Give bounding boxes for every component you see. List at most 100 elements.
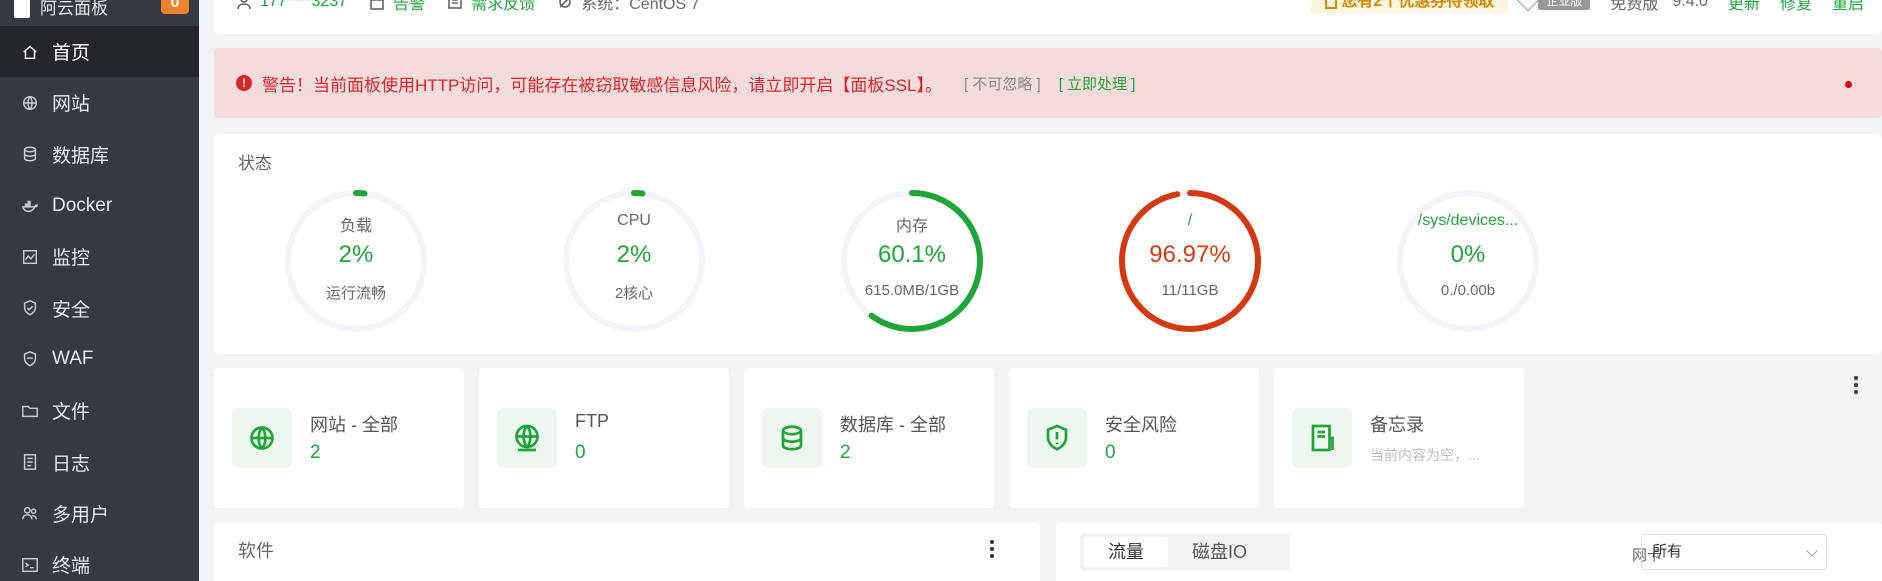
sidebar-item-9[interactable]: 多用户 <box>0 488 199 539</box>
edition-label: 免费版 <box>1610 0 1659 13</box>
gauge-0[interactable]: 负载 2% 运行流畅 <box>281 186 431 336</box>
overview-icon-wrap <box>232 408 292 468</box>
feedback-link[interactable]: 需求反馈 <box>447 0 536 13</box>
overview-label: 备忘录 <box>1370 415 1424 435</box>
notice-link[interactable]: 告警 <box>369 0 426 13</box>
shield-alert-icon <box>1046 424 1068 451</box>
database-icon-wrap <box>20 144 40 164</box>
docker-icon <box>21 200 38 212</box>
database-icon <box>781 425 803 451</box>
sidebar-item-0[interactable]: 首页 <box>0 26 199 78</box>
alert-ignore-label: [ 不可忽略 ] <box>964 75 1041 93</box>
sidebar-item-4[interactable]: 监控 <box>0 231 199 282</box>
sidebar-item-10[interactable]: 终端 <box>0 539 199 581</box>
globe-icon <box>250 426 274 450</box>
sidebar-item-8[interactable]: 日志 <box>0 436 199 487</box>
sidebar-item-3[interactable]: Docker <box>0 180 199 231</box>
shield-icon <box>23 300 37 316</box>
overview-label: 安全风险 <box>1105 415 1177 435</box>
alert-message: 警告！当前面板使用HTTP访问，可能存在被窃取敏感信息风险，请立即开启【面板SS… <box>262 75 943 95</box>
coupon-banner[interactable]: 您有2个优惠券待领取 <box>1311 0 1509 13</box>
software-more-icon[interactable] <box>990 540 994 561</box>
gauge-value: 2% <box>616 241 652 268</box>
overview-value: 0 <box>575 442 586 463</box>
sidebar-item-2[interactable]: 数据库 <box>0 129 199 180</box>
log-icon <box>23 454 37 470</box>
notification-badge[interactable]: 0 <box>161 0 189 14</box>
tab-traffic[interactable]: 流量 <box>1084 537 1168 567</box>
database-icon <box>23 146 37 162</box>
overview-icon-wrap <box>1027 408 1087 468</box>
overview-value: 2 <box>840 442 851 463</box>
sidebar-item-label: Docker <box>52 194 113 216</box>
gauge-label: CPU <box>617 212 651 229</box>
memo-icon <box>1311 424 1334 452</box>
gauge-value: 96.97% <box>1149 241 1231 268</box>
home-icon <box>23 45 37 59</box>
sidebar-item-5[interactable]: 安全 <box>0 282 199 333</box>
gauge-3[interactable]: / 96.97% 11/11GB <box>1115 186 1265 336</box>
user-account[interactable]: 177****3237 <box>236 0 347 12</box>
users-icon-wrap <box>20 503 40 523</box>
overview-label: FTP <box>575 411 609 431</box>
alert-handle-link[interactable]: [ 立即处理 ] <box>1059 73 1136 94</box>
users-icon <box>22 507 38 520</box>
chevron-down-icon <box>1806 545 1818 557</box>
monitor-icon-wrap <box>20 247 40 267</box>
software-card: 软件 <box>214 522 1040 581</box>
overview-more-icon[interactable] <box>1854 376 1858 397</box>
brand: 阿云面板 0 <box>0 0 199 26</box>
waf-icon <box>23 351 37 367</box>
tab-disk-io[interactable]: 磁盘IO <box>1168 537 1271 567</box>
nic-select[interactable]: 所有 <box>1641 534 1827 570</box>
overview-card-1[interactable]: FTP 0 <box>479 368 729 508</box>
gauge-sub: 2核心 <box>614 285 654 302</box>
coupon-icon <box>1325 0 1338 9</box>
software-title: 软件 <box>238 541 274 561</box>
gauge-label: /sys/devices... <box>1417 212 1519 229</box>
status-card: 状态 负载 2% 运行流畅 CPU 2% 2核心 内存 60.1% 615.0MB/1GB / 96… <box>214 134 1882 354</box>
linux-icon <box>559 0 572 8</box>
folder-icon-wrap <box>20 401 40 421</box>
globe-icon <box>22 95 38 110</box>
sidebar-item-6[interactable]: WAF <box>0 334 199 385</box>
gauge-label: / <box>1187 212 1193 229</box>
overview-card-3[interactable]: 安全风险 0 <box>1009 368 1259 508</box>
feedback-label: 需求反馈 <box>471 0 536 13</box>
shield-icon-wrap <box>20 298 40 318</box>
notice-label: 告警 <box>393 0 426 13</box>
overview-card-2[interactable]: 数据库 - 全部 2 <box>744 368 994 508</box>
overview-value: 当前内容为空，... <box>1370 447 1480 463</box>
status-title: 状态 <box>238 154 272 173</box>
ftp-icon <box>515 424 539 452</box>
sidebar-item-label: 网站 <box>52 94 91 116</box>
log-icon-wrap <box>20 452 40 472</box>
home-icon-wrap <box>20 42 40 62</box>
user-phone: 177****3237 <box>260 0 348 10</box>
gauge-4[interactable]: /sys/devices... 0% 0./0.00b <box>1393 186 1543 336</box>
sidebar: 阿云面板 0 首页网站数据库 Docker 监控 安全 WAF 文件 日志 多用户 终端 <box>0 0 199 581</box>
user-icon <box>237 0 251 10</box>
restart-link[interactable]: 重启 <box>1832 0 1864 14</box>
repair-link[interactable]: 修复 <box>1780 0 1812 14</box>
top-right-actions: 您有2个优惠券待领取 企业版 免费版 9.4.0 更新 修复 重启 <box>1311 0 1864 14</box>
overview-card-0[interactable]: 网站 - 全部 2 <box>214 368 464 508</box>
sidebar-item-1[interactable]: 网站 <box>0 77 199 128</box>
brand-logo-icon <box>14 0 30 18</box>
sidebar-item-label: 首页 <box>52 43 91 65</box>
enterprise-badge[interactable]: 企业版 <box>1538 0 1591 10</box>
traffic-tabs: 流量 磁盘IO <box>1080 533 1290 571</box>
gauge-2[interactable]: 内存 60.1% 615.0MB/1GB <box>837 186 987 336</box>
traffic-card: 流量 磁盘IO 网卡 所有 <box>1056 522 1882 581</box>
update-link[interactable]: 更新 <box>1728 0 1760 14</box>
gauge-sub: 11/11GB <box>1161 282 1219 299</box>
coupon-label: 您有2个优惠券待领取 <box>1341 0 1495 10</box>
waf-icon-wrap <box>20 349 40 369</box>
sidebar-item-label: 数据库 <box>52 145 110 167</box>
sidebar-item-7[interactable]: 文件 <box>0 385 199 436</box>
brand-name: 阿云面板 <box>40 0 108 18</box>
gauge-1[interactable]: CPU 2% 2核心 <box>559 186 709 336</box>
overview-card-4[interactable]: 备忘录当前内容为空，... <box>1274 368 1524 508</box>
gauge-sub: 615.0MB/1GB <box>864 282 960 299</box>
terminal-icon-wrap <box>20 555 40 575</box>
